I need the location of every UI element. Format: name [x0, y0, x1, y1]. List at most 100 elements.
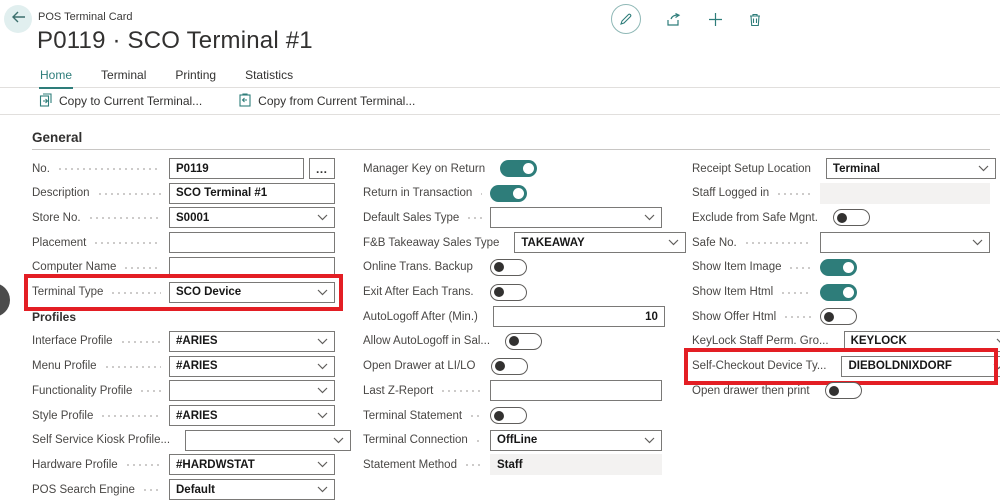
select-receipt-setup-location[interactable]: Terminal [826, 158, 996, 179]
field-row-show-item-image: Show Item Image [692, 257, 990, 278]
field-label: Manager Key on Return [363, 163, 485, 175]
select-self-checkout-device-ty[interactable]: DIEBOLDNIXDORF [841, 356, 1000, 377]
section-title-general[interactable]: General [32, 130, 82, 145]
dotted-leader [57, 168, 161, 170]
field-value: DIEBOLDNIXDORF [848, 360, 993, 372]
tab-terminal[interactable]: Terminal [100, 66, 147, 89]
input-last-z-report[interactable] [490, 380, 662, 401]
select-style-profile[interactable]: #ARIES [169, 405, 335, 426]
select-keylock-staff-perm-gro[interactable]: KEYLOCK [844, 331, 1000, 352]
dotted-leader [788, 267, 812, 269]
delete-icon[interactable] [748, 12, 762, 27]
chevron-down-icon[interactable] [317, 387, 328, 394]
toggle-return-in-transaction[interactable] [490, 185, 527, 202]
dotted-leader [142, 489, 161, 491]
field-control: SCO Terminal #1 [169, 183, 335, 204]
field-row-self-service-kiosk-profile: Self Service Kiosk Profile... [32, 430, 335, 451]
select-safe-no[interactable] [820, 232, 990, 253]
select-store-no[interactable]: S0001 [169, 207, 335, 228]
field-label: Statement Method [363, 459, 457, 471]
field-control: Terminal [826, 158, 996, 179]
chevron-down-icon[interactable] [978, 165, 989, 172]
toggle-terminal-statement[interactable] [490, 407, 527, 424]
tab-statistics[interactable]: Statistics [244, 66, 294, 89]
dotted-leader [125, 464, 161, 466]
assist-edit-button[interactable]: … [309, 158, 335, 179]
breadcrumb[interactable]: POS Terminal Card [38, 11, 133, 23]
chevron-down-icon[interactable] [993, 363, 1000, 370]
chevron-down-icon[interactable] [644, 437, 655, 444]
select-hardware-profile[interactable]: #HARDWSTAT [169, 454, 335, 475]
field-label: Placement [32, 237, 86, 249]
field-control: P0119… [169, 158, 335, 179]
select-f-b-takeaway-sales-type[interactable]: TAKEAWAY [514, 232, 686, 253]
select-default-sales-type[interactable] [490, 207, 662, 228]
field-row-keylock-staff-perm-gro: KeyLock Staff Perm. Gro...KEYLOCK [692, 331, 990, 352]
chevron-down-icon[interactable] [668, 239, 679, 246]
field-row-computer-name: Computer Name [32, 257, 335, 278]
new-icon[interactable] [708, 12, 723, 27]
field-label: Show Offer Html [692, 311, 776, 323]
chevron-down-icon[interactable] [333, 437, 344, 444]
toggle-exit-after-each-trans[interactable] [490, 284, 527, 301]
share-icon[interactable] [666, 12, 683, 27]
toggle-show-item-image[interactable] [820, 259, 857, 276]
chevron-down-icon[interactable] [317, 486, 328, 493]
field-control: S0001 [169, 207, 335, 228]
field-control: 10 [493, 306, 665, 327]
select-self-service-kiosk-profile[interactable] [185, 430, 351, 451]
field-control: #ARIES [169, 331, 335, 352]
toggle-manager-key-on-return[interactable] [500, 160, 537, 177]
toggle-allow-autologoff-in-sal[interactable] [505, 333, 542, 350]
input-description[interactable]: SCO Terminal #1 [169, 183, 335, 204]
input-placement[interactable] [169, 232, 335, 253]
edit-icon[interactable] [611, 4, 641, 34]
dotted-leader [110, 292, 161, 294]
toggle-exclude-from-safe-mgnt[interactable] [833, 209, 870, 226]
field-row-manager-key-on-return: Manager Key on Return [363, 158, 662, 179]
chevron-down-icon[interactable] [317, 338, 328, 345]
field-label: Style Profile [32, 410, 93, 422]
chevron-down-icon[interactable] [317, 289, 328, 296]
tab-home[interactable]: Home [39, 66, 73, 89]
chevron-down-icon[interactable] [317, 363, 328, 370]
chevron-down-icon[interactable] [644, 214, 655, 221]
tab-printing[interactable]: Printing [174, 66, 217, 89]
select-functionality-profile[interactable] [169, 380, 335, 401]
field-value: KEYLOCK [851, 335, 996, 347]
chevron-down-icon[interactable] [317, 214, 328, 221]
field-value: #ARIES [176, 410, 317, 422]
chevron-down-icon[interactable] [317, 412, 328, 419]
input-no[interactable]: P0119 [169, 158, 304, 179]
back-button[interactable] [4, 5, 32, 33]
toggle-show-offer-html[interactable] [820, 308, 857, 325]
input-autologoff-after-min[interactable]: 10 [493, 306, 665, 327]
chevron-down-icon[interactable] [972, 239, 983, 246]
select-menu-profile[interactable]: #ARIES [169, 356, 335, 377]
input-computer-name[interactable] [169, 257, 335, 278]
field-label: Self-Checkout Device Ty... [692, 360, 826, 372]
toggle-show-item-html[interactable] [820, 284, 857, 301]
field-control [825, 382, 995, 399]
select-terminal-type[interactable]: SCO Device [169, 282, 335, 303]
select-pos-search-engine[interactable]: Default [169, 479, 335, 500]
chevron-down-icon[interactable] [996, 338, 1000, 345]
field-row-terminal-statement: Terminal Statement [363, 405, 662, 426]
select-interface-profile[interactable]: #ARIES [169, 331, 335, 352]
field-row-return-in-transaction: Return in Transaction [363, 183, 662, 204]
dotted-leader [783, 316, 812, 318]
chevron-down-icon[interactable] [317, 461, 328, 468]
toggle-open-drawer-at-li-lo[interactable] [491, 358, 528, 375]
dotted-leader [469, 415, 482, 417]
field-value: TAKEAWAY [521, 237, 668, 249]
copy-to-action[interactable]: Copy to Current Terminal... [39, 93, 202, 110]
copy-from-action[interactable]: Copy from Current Terminal... [238, 93, 415, 110]
toggle-online-trans-backup[interactable] [490, 259, 527, 276]
select-terminal-connection[interactable]: OffLine [490, 430, 662, 451]
field-row-interface-profile: Interface Profile#ARIES [32, 331, 335, 352]
action-label: Copy to Current Terminal... [59, 94, 202, 108]
field-row-description: DescriptionSCO Terminal #1 [32, 183, 335, 204]
field-control: DIEBOLDNIXDORF [841, 356, 1000, 377]
toggle-open-drawer-then-print[interactable] [825, 382, 862, 399]
field-label: Default Sales Type [363, 212, 459, 224]
